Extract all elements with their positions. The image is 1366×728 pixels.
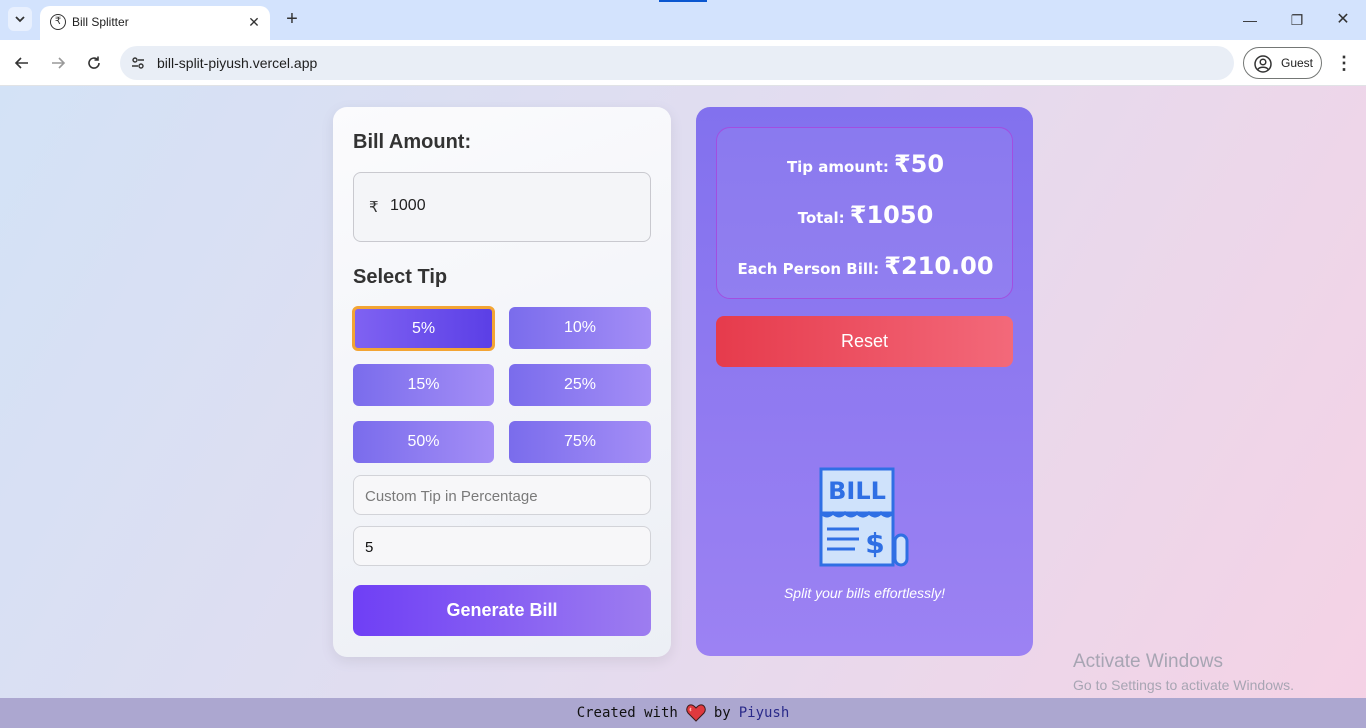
arrow-right-icon <box>52 57 66 69</box>
each-person-value: ₹210.00 <box>884 252 994 280</box>
total-label: Total: <box>797 209 845 227</box>
forward-button[interactable] <box>46 51 70 75</box>
people-count-input[interactable]: 5 <box>353 526 651 566</box>
bill-illustration-text: BILL <box>828 477 886 505</box>
bill-receipt-icon: BILL $ <box>819 467 909 567</box>
browser-tab-bar: ₹ Bill Splitter ✕ + — ❐ ✕ <box>0 0 1366 40</box>
tip-amount-label: Tip amount: <box>786 158 889 176</box>
bill-amount-input[interactable]: ₹ 1000 <box>353 172 651 242</box>
generate-bill-button[interactable]: Generate Bill <box>353 585 651 636</box>
tab-title: Bill Splitter <box>72 15 129 29</box>
tip-button-25[interactable]: 25% <box>509 364 651 406</box>
people-count-value: 5 <box>365 539 374 556</box>
window-close-icon[interactable]: ✕ <box>1333 10 1353 30</box>
profile-label: Guest <box>1281 56 1314 70</box>
minimize-icon[interactable]: — <box>1240 10 1260 30</box>
bill-amount-value: 1000 <box>390 197 426 214</box>
page-viewport: Bill Amount: ₹ 1000 Select Tip 5% 10% 15… <box>0 86 1366 728</box>
tip-amount-value: ₹50 <box>893 150 945 178</box>
reset-button[interactable]: Reset <box>716 316 1013 367</box>
url-text: bill-split-piyush.vercel.app <box>157 55 318 71</box>
heart-icon <box>686 704 706 722</box>
total-value: ₹1050 <box>849 201 934 229</box>
each-person-label: Each Person Bill: <box>737 260 880 278</box>
tab-close-icon[interactable]: ✕ <box>246 14 262 30</box>
address-bar[interactable]: bill-split-piyush.vercel.app <box>120 46 1234 80</box>
new-tab-button[interactable]: + <box>282 8 302 30</box>
tip-button-75[interactable]: 75% <box>509 421 651 463</box>
custom-tip-placeholder: Custom Tip in Percentage <box>365 488 538 505</box>
browser-toolbar: bill-split-piyush.vercel.app Guest ⋮ <box>0 40 1366 86</box>
reload-button[interactable] <box>82 51 106 75</box>
tab-search-button[interactable] <box>8 7 32 31</box>
tip-button-15[interactable]: 15% <box>353 364 494 406</box>
total-line: Total: ₹1050 <box>717 201 1014 229</box>
tab-indicator <box>659 0 707 2</box>
tip-button-10[interactable]: 10% <box>509 307 651 349</box>
rupee-favicon-icon: ₹ <box>50 14 66 30</box>
account-icon <box>1254 55 1272 73</box>
back-button[interactable] <box>10 51 34 75</box>
footer-author: Piyush <box>738 705 790 721</box>
restore-icon[interactable]: ❐ <box>1287 10 1307 30</box>
rupee-icon: ₹ <box>369 199 379 216</box>
custom-tip-input[interactable]: Custom Tip in Percentage <box>353 475 651 515</box>
activate-windows-subtitle: Go to Settings to activate Windows. <box>1073 677 1294 693</box>
reload-icon <box>88 56 100 69</box>
tip-amount-line: Tip amount: ₹50 <box>717 150 1014 178</box>
tagline: Split your bills effortlessly! <box>783 585 946 601</box>
profile-button[interactable]: Guest <box>1243 47 1322 79</box>
page-footer: Created with by Piyush <box>0 698 1366 728</box>
select-tip-label: Select Tip <box>353 266 448 288</box>
tip-button-50[interactable]: 50% <box>353 421 494 463</box>
chevron-down-icon <box>15 16 25 23</box>
kebab-menu-icon[interactable]: ⋮ <box>1334 52 1354 74</box>
footer-suffix: by <box>713 705 731 721</box>
svg-text:$: $ <box>865 527 884 560</box>
activate-windows-title: Activate Windows <box>1073 651 1223 672</box>
browser-tab[interactable]: ₹ Bill Splitter ✕ <box>40 6 270 40</box>
bill-amount-label: Bill Amount: <box>353 131 472 153</box>
arrow-left-icon <box>14 57 28 69</box>
tip-button-5[interactable]: 5% <box>352 306 495 351</box>
site-info-icon[interactable] <box>128 53 148 73</box>
bill-summary-card: Tip amount: ₹50 Total: ₹1050 Each Person… <box>696 107 1033 656</box>
bill-input-card: Bill Amount: ₹ 1000 Select Tip 5% 10% 15… <box>333 107 671 657</box>
summary-box: Tip amount: ₹50 Total: ₹1050 Each Person… <box>716 127 1013 299</box>
each-person-line: Each Person Bill: ₹210.00 <box>717 252 1014 280</box>
footer-prefix: Created with <box>576 705 678 721</box>
